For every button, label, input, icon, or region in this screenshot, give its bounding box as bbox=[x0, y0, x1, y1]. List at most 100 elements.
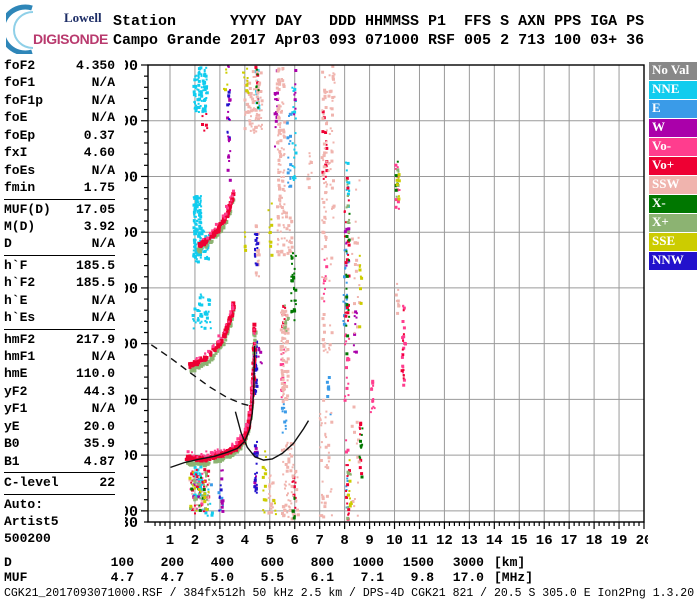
svg-text:11: 11 bbox=[411, 533, 428, 547]
legend-item-e: E bbox=[649, 100, 697, 118]
row-value: 3000 bbox=[452, 555, 484, 570]
param-label: fxI bbox=[4, 145, 28, 161]
param-label: foEs bbox=[4, 162, 36, 178]
param-row-hes: h`Es N/A bbox=[4, 309, 115, 326]
param-label: MUF(D) bbox=[4, 201, 51, 217]
muf-row: MUF 4.7 4.7 5.0 5.5 6.1 7.1 9.8 17.0 [MHz] bbox=[4, 569, 698, 586]
param-label: hmF2 bbox=[4, 331, 36, 347]
param-label: yE bbox=[4, 418, 20, 434]
svg-text:1: 1 bbox=[166, 533, 174, 547]
param-row-500200: 500200 bbox=[4, 530, 115, 547]
param-value: N/A bbox=[91, 310, 115, 326]
param-group-divider bbox=[4, 254, 115, 256]
param-value: N/A bbox=[91, 349, 115, 364]
svg-text:800: 800 bbox=[125, 114, 138, 131]
header-column-titles: Station YYYY DAY DDD HHMMSS P1 FFS S AXN… bbox=[113, 13, 645, 30]
row-value: 5.5 bbox=[260, 569, 284, 585]
svg-text:500: 500 bbox=[125, 281, 138, 298]
param-row-fof1p: foF1p N/A bbox=[4, 92, 115, 109]
svg-text:200: 200 bbox=[125, 448, 138, 465]
svg-text:9: 9 bbox=[365, 533, 373, 547]
param-value: 217.9 bbox=[75, 331, 115, 347]
param-row-yf2: yF2 44.3 bbox=[4, 383, 115, 400]
param-row-ye: yE 20.0 bbox=[4, 418, 115, 435]
param-label: hmF1 bbox=[4, 349, 36, 364]
logo-swoosh-icon: Lowell DIGISONDE bbox=[0, 4, 108, 56]
param-row-mufd: MUF(D) 17.05 bbox=[4, 201, 115, 218]
param-label: B1 bbox=[4, 453, 20, 469]
param-label: M(D) bbox=[4, 218, 36, 234]
param-label: Artist5 bbox=[4, 513, 59, 529]
param-value: 35.9 bbox=[83, 436, 115, 452]
param-label: C-level bbox=[4, 475, 59, 491]
legend-item-xm: X- bbox=[649, 195, 697, 213]
param-group-divider bbox=[4, 472, 115, 474]
param-value: N/A bbox=[91, 236, 115, 252]
param-row-hmf2: hmF2 217.9 bbox=[4, 331, 115, 348]
measurement-header: Station YYYY DAY DDD HHMMSS P1 FFS S AXN… bbox=[113, 12, 644, 50]
param-row-artist5: Artist5 bbox=[4, 513, 115, 530]
svg-text:18: 18 bbox=[586, 533, 603, 547]
param-value: 22 bbox=[99, 475, 115, 491]
legend-item-noval: No Val bbox=[649, 62, 697, 80]
row-value: 9.8 bbox=[410, 569, 434, 585]
svg-text:600: 600 bbox=[125, 225, 138, 242]
param-row-fmin: fmin 1.75 bbox=[4, 179, 115, 196]
param-row-hmf1: hmF1 N/A bbox=[4, 348, 115, 365]
header-values: Campo Grande 2017 Apr03 093 071000 RSF 0… bbox=[113, 32, 645, 49]
param-value: 0.37 bbox=[83, 127, 115, 143]
param-value: 4.60 bbox=[83, 145, 115, 161]
param-row-clevel: C-level 22 bbox=[4, 474, 115, 491]
svg-text:13: 13 bbox=[461, 533, 478, 547]
row-value: 800 bbox=[310, 555, 334, 570]
ionogram-plot: 1002003004005006007008009008012345678910… bbox=[125, 58, 648, 547]
distance-row: D 100 200 400 600 800 1000 1500 3000 [km] bbox=[4, 555, 698, 571]
row-value: 6.1 bbox=[310, 569, 334, 585]
param-label: foF1p bbox=[4, 92, 44, 108]
param-row-he: h`E N/A bbox=[4, 292, 115, 309]
param-row-foe: foE N/A bbox=[4, 109, 115, 126]
row-label: MUF bbox=[4, 569, 28, 585]
svg-text:400: 400 bbox=[125, 337, 138, 354]
param-value: N/A bbox=[91, 162, 115, 178]
param-row-hf: h`F 185.5 bbox=[4, 257, 115, 274]
svg-text:300: 300 bbox=[125, 392, 138, 409]
row-value: 4.7 bbox=[110, 569, 134, 585]
param-label: yF2 bbox=[4, 383, 28, 399]
legend-item-nne: NNE bbox=[649, 81, 697, 99]
digisonde-ionogram-view: { "logo": {"top": "Lowell", "bottom": "D… bbox=[0, 0, 700, 600]
param-label: fmin bbox=[4, 180, 36, 196]
param-row-b0: B0 35.9 bbox=[4, 435, 115, 452]
param-value: N/A bbox=[91, 401, 115, 417]
svg-text:80: 80 bbox=[125, 515, 138, 532]
svg-text:19: 19 bbox=[611, 533, 628, 547]
row-label: D bbox=[4, 555, 12, 570]
svg-text:15: 15 bbox=[511, 533, 528, 547]
legend-item-sse: SSE bbox=[649, 233, 697, 251]
y-axis-labels: 10020030040050060070080090080 bbox=[125, 58, 138, 532]
row-value: 1500 bbox=[402, 555, 434, 570]
param-label: h`F bbox=[4, 257, 28, 273]
param-value: 44.3 bbox=[83, 383, 115, 399]
param-row-md: M(D) 3.92 bbox=[4, 218, 115, 235]
param-value: 185.5 bbox=[75, 257, 115, 273]
svg-text:5: 5 bbox=[266, 533, 274, 547]
row-unit: [km] bbox=[494, 555, 526, 570]
legend-item-w: W bbox=[649, 119, 697, 137]
legend-item-ssw: SSW bbox=[649, 176, 697, 194]
svg-text:14: 14 bbox=[486, 533, 503, 547]
param-value: N/A bbox=[91, 110, 115, 126]
echo-dots bbox=[184, 64, 407, 521]
param-row-foes: foEs N/A bbox=[4, 162, 115, 179]
lowell-digisonde-logo: Lowell DIGISONDE bbox=[0, 4, 118, 56]
svg-text:4: 4 bbox=[241, 533, 249, 547]
svg-text:900: 900 bbox=[125, 58, 138, 75]
legend-item-nnw: NNW bbox=[649, 252, 697, 270]
param-label: Auto: bbox=[4, 496, 44, 512]
footer: D 100 200 400 600 800 1000 1500 3000 [km] MUF 4.7 4… bbox=[4, 555, 698, 600]
param-row-hme: hmE 110.0 bbox=[4, 365, 115, 382]
param-value: N/A bbox=[91, 92, 115, 108]
svg-text:8: 8 bbox=[340, 533, 348, 547]
param-label: h`Es bbox=[4, 310, 36, 326]
param-label: h`E bbox=[4, 292, 28, 308]
